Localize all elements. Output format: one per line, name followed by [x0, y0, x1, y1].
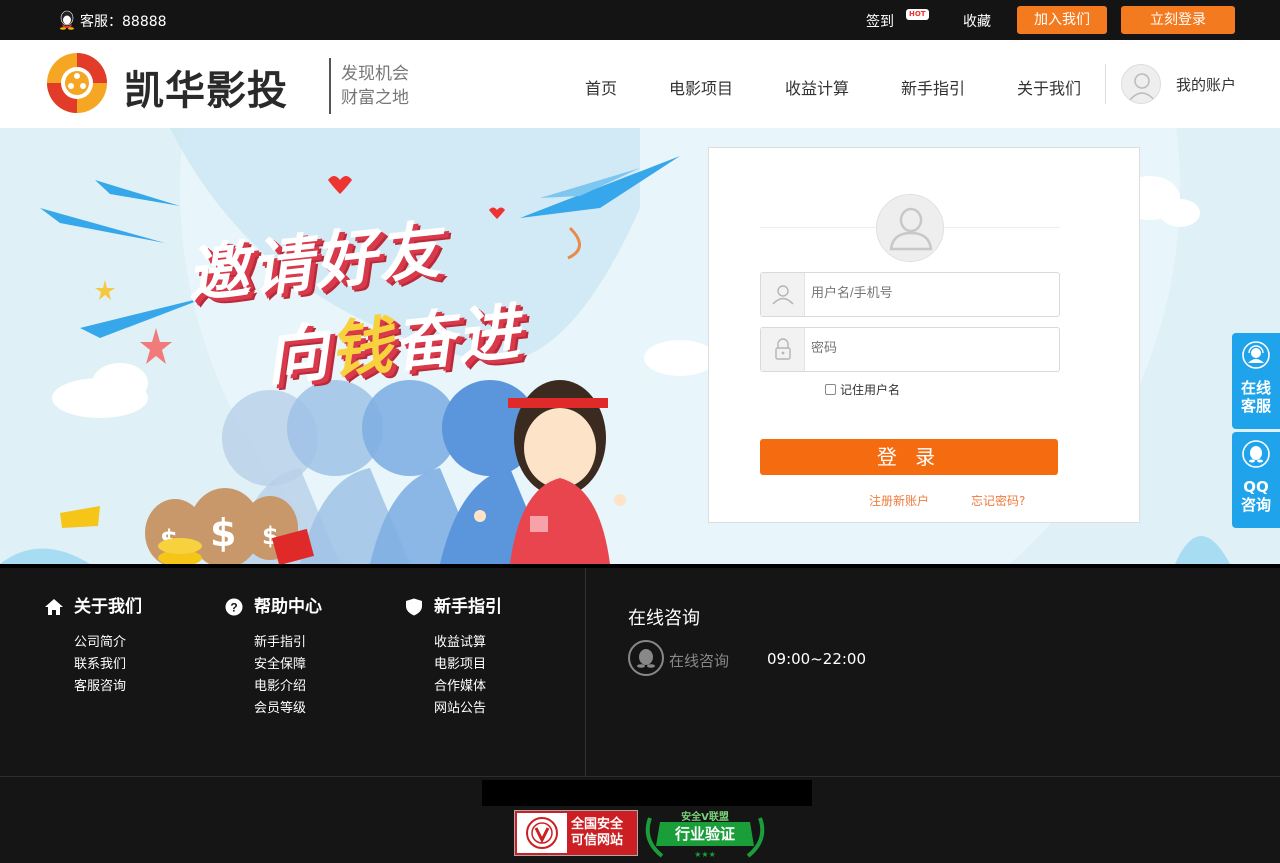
- user-icon: [761, 273, 805, 316]
- footer-col-about: 关于我们 公司简介 联系我们 客服咨询: [44, 596, 142, 698]
- user-avatar-icon[interactable]: [1121, 64, 1161, 104]
- remember-checkbox[interactable]: [825, 384, 836, 395]
- footer-col-about-title: 关于我们: [44, 596, 142, 618]
- headline-gold-word: 钱: [325, 308, 397, 388]
- footer-link[interactable]: 安全保障: [254, 654, 322, 676]
- footer-link[interactable]: 公司简介: [74, 632, 142, 654]
- trusted-site-text: 全国安全 可信网站: [571, 817, 623, 849]
- favorite-link[interactable]: 收藏: [963, 11, 991, 31]
- help-icon: ?: [225, 598, 243, 616]
- verify-badge-top: 安全V联盟: [681, 812, 729, 823]
- banner-headline: 邀请好友 向钱奋进: [181, 191, 524, 404]
- service-hotline: 客服：88888: [80, 14, 167, 30]
- join-us-button[interactable]: 加入我们: [1017, 6, 1107, 34]
- nav-divider: [1105, 64, 1106, 104]
- remember-username[interactable]: 记住用户名: [825, 381, 900, 398]
- online-service-button[interactable]: 在线 客服: [1232, 333, 1280, 429]
- footer-link[interactable]: 新手指引: [254, 632, 322, 654]
- forgot-password-link[interactable]: 忘记密码?: [971, 492, 1025, 509]
- footer-link[interactable]: 合作媒体: [434, 676, 502, 698]
- qq-consult-line-2: 咨询: [1240, 496, 1271, 514]
- footer-col-help: ? 帮助中心 新手指引 安全保障 电影介绍 会员等级: [224, 596, 322, 720]
- trust-line-2: 可信网站: [571, 833, 624, 848]
- footer-col-help-label: 帮助中心: [254, 597, 322, 617]
- footer-divider-vertical: [585, 568, 586, 776]
- shield-icon: [406, 598, 422, 616]
- signin-link[interactable]: 签到: [866, 11, 894, 31]
- site-header: 凯华影投 发现机会 财富之地 首页 电影项目 收益计算 新手指引 关于我们 我的…: [0, 40, 1280, 128]
- consult-link[interactable]: 在线咨询: [669, 650, 729, 671]
- qq-consult-icon[interactable]: [628, 640, 664, 676]
- slogan-line-2: 财富之地: [341, 88, 409, 108]
- footer-link[interactable]: 会员等级: [254, 698, 322, 720]
- lock-icon: [761, 328, 805, 371]
- footer-col-guide-label: 新手指引: [434, 597, 502, 617]
- trust-line-1: 全国安全: [571, 817, 624, 832]
- logo-film-reel-icon[interactable]: [45, 51, 109, 115]
- footer-col-guide-title: 新手指引: [404, 596, 502, 618]
- footer-col-about-label: 关于我们: [74, 597, 142, 617]
- nav-beginner-guide[interactable]: 新手指引: [901, 75, 965, 99]
- headset-icon: [1242, 341, 1270, 369]
- svg-text:★★★: ★★★: [694, 850, 716, 859]
- login-submit-button[interactable]: 登 录: [760, 439, 1058, 475]
- headline-word-1: 向: [261, 314, 334, 395]
- slogan-line-1: 发现机会: [341, 64, 409, 84]
- remember-label: 记住用户名: [840, 383, 901, 397]
- footer-link[interactable]: 网站公告: [434, 698, 502, 720]
- site-footer: 关于我们 公司简介 联系我们 客服咨询 ? 帮助中心 新手指引 安全保障 电影介…: [0, 564, 1280, 863]
- login-avatar-icon: [876, 194, 944, 262]
- online-service-line-1: 在线: [1240, 379, 1271, 397]
- footer-black-bar: [482, 780, 812, 806]
- footer-col-guide: 新手指引 收益试算 电影项目 合作媒体 网站公告: [404, 596, 502, 720]
- qq-icon: [1242, 440, 1270, 468]
- brand-slogan: 发现机会 财富之地: [341, 62, 409, 110]
- home-icon: [45, 599, 63, 615]
- qq-penguin-icon: [60, 10, 74, 30]
- footer-link[interactable]: 客服咨询: [74, 676, 142, 698]
- footer-link[interactable]: 电影项目: [434, 654, 502, 676]
- hot-badge: HOT: [906, 9, 929, 20]
- svg-text:$: $: [210, 511, 236, 555]
- nav-income-calc[interactable]: 收益计算: [785, 75, 849, 99]
- username-input[interactable]: [811, 285, 1041, 300]
- register-link[interactable]: 注册新账户: [869, 492, 929, 509]
- seal-icon: [517, 813, 567, 853]
- footer-col-help-title: ? 帮助中心: [224, 596, 322, 618]
- trusted-site-badge[interactable]: 全国安全 可信网站: [514, 810, 638, 856]
- top-bar: 客服：88888 签到 HOT 收藏 加入我们 立刻登录: [0, 0, 1280, 40]
- brand-divider: [329, 58, 331, 114]
- svg-text:?: ?: [230, 601, 237, 615]
- login-panel: 记住用户名 登 录 注册新账户 忘记密码?: [708, 147, 1140, 523]
- nav-movie-projects[interactable]: 电影项目: [669, 75, 733, 99]
- footer-link[interactable]: 联系我们: [74, 654, 142, 676]
- consult-title: 在线咨询: [628, 608, 700, 629]
- footer-link[interactable]: 电影介绍: [254, 676, 322, 698]
- qq-consult-line-1: QQ: [1243, 478, 1269, 496]
- verify-badge-text: 行业验证: [674, 825, 735, 843]
- consult-hours: 09:00~22:00: [767, 650, 867, 668]
- brand-name[interactable]: 凯华影投: [124, 58, 288, 116]
- headline-word-2: 奋进: [389, 294, 525, 381]
- online-service-line-2: 客服: [1240, 397, 1271, 415]
- login-now-button[interactable]: 立刻登录: [1121, 6, 1235, 34]
- footer-link[interactable]: 收益试算: [434, 632, 502, 654]
- password-input[interactable]: [811, 340, 1041, 355]
- qq-consult-button[interactable]: QQ 咨询: [1232, 432, 1280, 528]
- username-field[interactable]: [760, 272, 1060, 317]
- my-account-link[interactable]: 我的账户: [1176, 74, 1236, 95]
- nav-about-us[interactable]: 关于我们: [1017, 75, 1081, 99]
- nav-home[interactable]: 首页: [585, 75, 617, 99]
- password-field[interactable]: [760, 327, 1060, 372]
- industry-verify-badge[interactable]: ★★★ 安全V联盟 行业验证: [642, 808, 768, 860]
- footer-divider-horizontal: [0, 776, 1280, 777]
